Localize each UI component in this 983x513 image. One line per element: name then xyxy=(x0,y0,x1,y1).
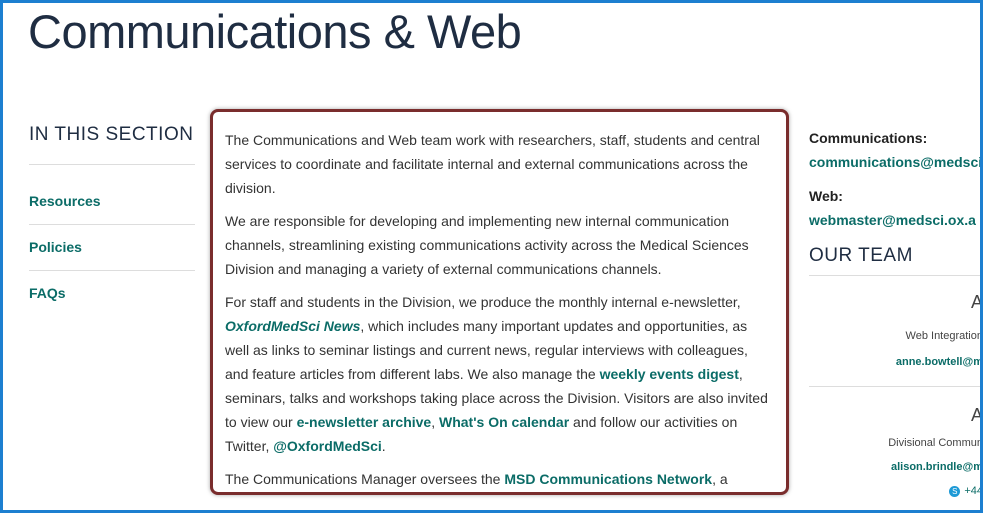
skype-icon: S xyxy=(949,485,961,497)
web-label: Web: xyxy=(809,188,843,204)
page-title: Communications & Web xyxy=(28,5,522,58)
whats-on-calendar-link[interactable]: What's On calendar xyxy=(439,414,569,430)
text-span: For staff and students in the Division, … xyxy=(225,294,741,310)
communications-label: Communications: xyxy=(809,130,928,146)
newsletter-archive-link[interactable]: e-newsletter archive xyxy=(297,414,432,430)
team-member-card: A Divisional Commun alison.brindle@m S +4… xyxy=(809,387,983,513)
communications-email-link[interactable]: communications@medsci xyxy=(809,150,983,174)
responsibilities-paragraph: We are responsible for developing and im… xyxy=(225,213,749,277)
text-span: The Communications Manager oversees the xyxy=(225,471,505,487)
sidebar-item-resources: Resources xyxy=(29,165,195,225)
sidebar-item-policies: Policies xyxy=(29,225,195,271)
sidebar-link-faqs[interactable]: FAQs xyxy=(29,271,195,316)
sidebar-heading: IN THIS SECTION xyxy=(29,124,195,165)
contact-column: Communications: communications@medsci We… xyxy=(809,126,983,513)
twitter-link[interactable]: @OxfordMedSci xyxy=(273,438,382,454)
sidebar-list: Resources Policies FAQs xyxy=(29,165,195,316)
webmaster-email-link[interactable]: webmaster@medsci.ox.a xyxy=(809,208,983,232)
sidebar-item-faqs: FAQs xyxy=(29,271,195,316)
phone-number: +44 xyxy=(964,485,983,497)
sidebar-link-policies[interactable]: Policies xyxy=(29,225,195,270)
text-span: , xyxy=(431,414,439,430)
text-span: . xyxy=(381,438,386,454)
newsletter-paragraph: For staff and students in the Division, … xyxy=(225,290,774,458)
our-team-heading: OUR TEAM xyxy=(809,245,983,276)
weekly-events-digest-link[interactable]: weekly events digest xyxy=(600,366,739,382)
sidebar-link-resources[interactable]: Resources xyxy=(29,165,195,224)
communications-network-link[interactable]: MSD Communications Network xyxy=(504,471,712,487)
team-member-name: A xyxy=(970,405,983,425)
oxfordmedsci-news-link[interactable]: OxfordMedSci News xyxy=(225,318,360,334)
team-member-email-link[interactable]: alison.brindle@m xyxy=(891,461,983,473)
team-member-card: A Web Integration anne.bowtell@m xyxy=(809,276,983,387)
main-content-highlight: The Communications and Web team work wit… xyxy=(210,109,789,495)
section-sidebar: IN THIS SECTION Resources Policies FAQs xyxy=(29,124,195,316)
intro-paragraph: The Communications and Web team work wit… xyxy=(225,132,760,196)
team-member-name: A xyxy=(970,292,983,312)
network-paragraph: The Communications Manager oversees the … xyxy=(225,467,774,492)
team-member-role: Web Integration xyxy=(905,330,983,342)
team-member-email-link[interactable]: anne.bowtell@m xyxy=(896,356,983,368)
team-member-phone[interactable]: S +44 xyxy=(949,485,983,497)
team-member-role: Divisional Commun xyxy=(888,437,983,449)
